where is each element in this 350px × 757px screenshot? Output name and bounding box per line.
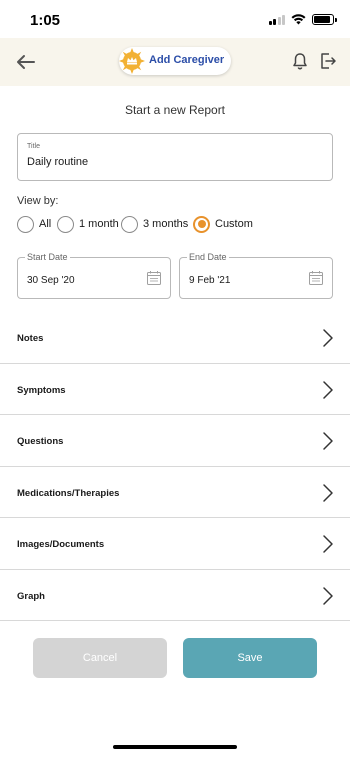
radio-circle [193, 215, 210, 233]
add-caregiver-button[interactable]: Add Caregiver [119, 47, 231, 75]
title-field-value[interactable]: Daily routine [27, 156, 88, 168]
radio-label: 1 month [79, 218, 119, 230]
section-label: Medications/Therapies [17, 487, 120, 499]
radio-label: All [39, 218, 52, 230]
chevron-right-icon [323, 329, 333, 347]
app-header: Add Caregiver [0, 38, 350, 86]
chevron-right-icon [323, 535, 333, 553]
signal-bar [282, 15, 285, 25]
arrow-left-icon [17, 55, 35, 69]
radio-circle [121, 215, 138, 233]
status-icons [268, 14, 337, 25]
signal-bar [277, 17, 281, 25]
chevron-right-icon [323, 586, 333, 605]
radio-3-months[interactable]: 3 months [121, 214, 188, 234]
bell-icon [293, 53, 307, 70]
battery-icon [312, 14, 337, 25]
radio-all[interactable]: All [17, 214, 51, 234]
section-label: Images/Documents [17, 539, 105, 550]
section-row-questions[interactable]: Questions [0, 415, 350, 467]
title-field[interactable]: Title Daily routine [17, 133, 333, 181]
add-caregiver-label: Add Caregiver [149, 54, 225, 66]
radio-label: Custom [215, 218, 253, 230]
sun-badge-icon [119, 48, 145, 74]
end-date-label: End Date [187, 252, 229, 262]
start-date-label: Start Date [25, 252, 70, 262]
back-button[interactable] [14, 50, 38, 74]
signal-icon [268, 14, 285, 25]
status-bar: 1:05 [0, 0, 350, 38]
calendar-icon [147, 271, 161, 285]
report-sections-list: Notes Symptoms Questions Medications/The… [0, 312, 350, 621]
page-subtitle: Start a new Report [124, 103, 226, 117]
start-date-value: 30 Sep '20 [27, 275, 75, 286]
section-row-images-documents[interactable]: Images/Documents [0, 518, 350, 570]
start-date-field[interactable]: Start Date 30 Sep '20 [17, 252, 171, 299]
cancel-button[interactable]: Cancel [33, 638, 167, 678]
end-date-field[interactable]: End Date 9 Feb '21 [179, 252, 333, 299]
section-label: Questions [17, 436, 64, 447]
view-by-label: View by: [17, 195, 59, 207]
section-row-symptoms[interactable]: Symptoms [0, 364, 350, 415]
radio-custom[interactable]: Custom [193, 214, 253, 234]
title-field-label: Title [27, 143, 40, 150]
logout-icon [321, 53, 336, 69]
radio-label: 3 months [143, 218, 189, 230]
chevron-right-icon [323, 380, 333, 399]
section-row-medications-therapies[interactable]: Medications/Therapies [0, 467, 350, 518]
calendar-icon [309, 271, 323, 285]
status-time: 1:05 [30, 12, 61, 29]
radio-1-month[interactable]: 1 month [57, 214, 119, 234]
section-label: Symptoms [17, 384, 66, 396]
chevron-right-icon [323, 483, 333, 502]
section-label: Notes [17, 333, 44, 344]
signal-bar [268, 21, 272, 25]
wifi-icon [291, 14, 306, 25]
logout-button[interactable] [318, 51, 338, 71]
battery-level [314, 16, 331, 23]
notifications-button[interactable] [290, 51, 310, 71]
end-date-value: 9 Feb '21 [189, 275, 231, 286]
save-button[interactable]: Save [183, 638, 317, 678]
chevron-right-icon [323, 432, 333, 450]
home-indicator[interactable] [113, 745, 237, 749]
signal-bar [273, 19, 276, 25]
radio-circle [57, 215, 74, 233]
section-row-graph[interactable]: Graph [0, 570, 350, 621]
section-label: Graph [17, 590, 45, 602]
radio-circle [17, 215, 34, 233]
section-row-notes[interactable]: Notes [0, 312, 350, 364]
